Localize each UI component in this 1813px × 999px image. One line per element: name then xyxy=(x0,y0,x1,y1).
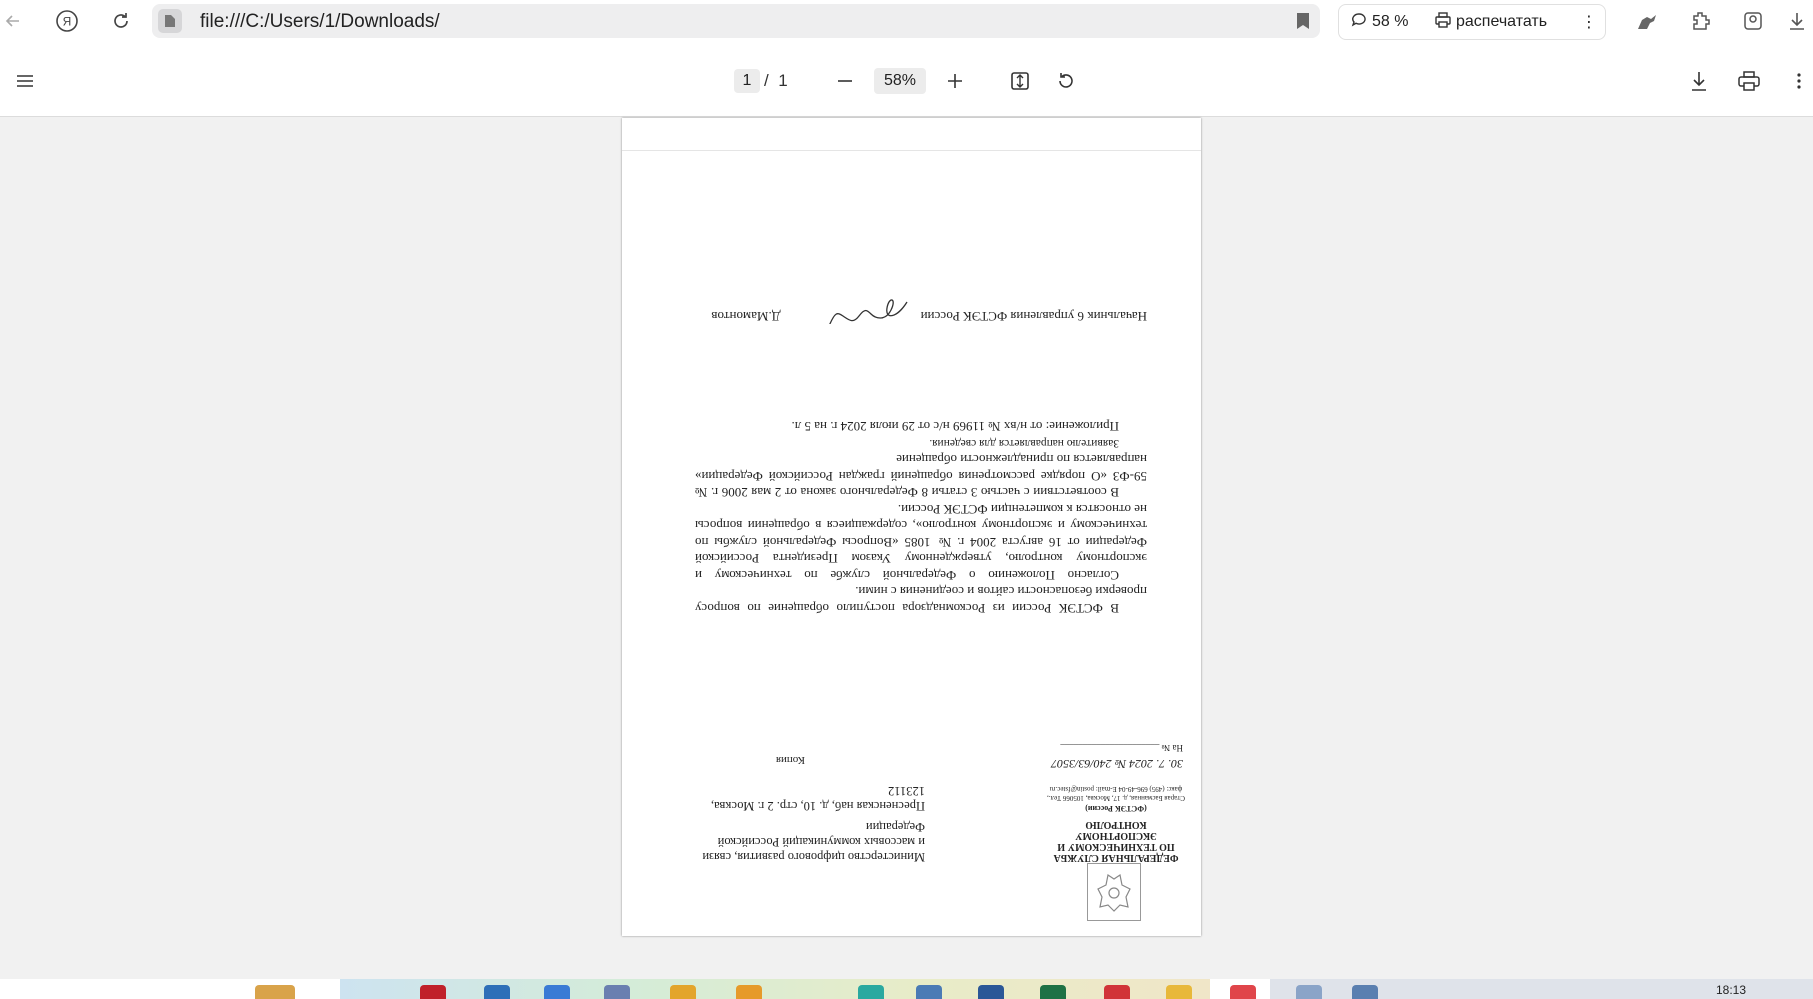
agency-name: ФЕДЕРАЛЬНАЯ СЛУЖБА ПО ТЕХНИЧЕСКОМУ И ЭКС… xyxy=(1053,819,1179,863)
print-pill-label: распечатать xyxy=(1456,13,1548,30)
signature-line: Начальник 6 управления ФСТЭК России Д.Ма… xyxy=(695,299,1147,327)
browser-toolbar: Я file:///C:/Users/1/Downloads/ 58 % рас… xyxy=(0,0,1813,43)
taskbar-app-icon[interactable] xyxy=(604,985,630,999)
taskbar-folder-icon[interactable] xyxy=(670,985,696,999)
address-url[interactable]: file:///C:/Users/1/Downloads/ xyxy=(200,11,440,33)
taskbar-excel-icon[interactable] xyxy=(1040,985,1066,999)
taskbar-clock: 18:13 xyxy=(1716,983,1747,997)
fit-page-icon[interactable] xyxy=(1007,68,1033,94)
page-actions-group: 58 % распечатать ⋮ xyxy=(1338,4,1606,40)
printer-icon xyxy=(1435,12,1451,32)
signer-title: Начальник 6 управления ФСТЭК России xyxy=(920,309,1147,324)
outgoing-number: 30. 7. 2024 № 240/63/3507 xyxy=(1051,757,1183,771)
taskbar-apps-area xyxy=(340,979,1210,999)
taskbar-monitor-icon[interactable] xyxy=(916,985,942,999)
download-icon[interactable] xyxy=(1686,68,1712,94)
handwritten-signature xyxy=(791,299,911,327)
page-count: / 1 xyxy=(764,71,788,91)
reload-icon[interactable] xyxy=(108,8,134,34)
zoom-in-icon[interactable] xyxy=(942,70,968,92)
back-arrow-icon[interactable] xyxy=(0,8,26,34)
chat-bubble-icon xyxy=(1351,12,1367,32)
zoom-pill-label: 58 % xyxy=(1372,13,1409,30)
more-options-icon[interactable] xyxy=(1786,68,1812,94)
coat-of-arms-emblem xyxy=(1087,863,1141,921)
pdf-page: ФЕДЕРАЛЬНАЯ СЛУЖБА ПО ТЕХНИЧЕСКОМУ И ЭКС… xyxy=(622,118,1201,936)
taskbar-opera-icon[interactable] xyxy=(420,985,446,999)
address-bar[interactable]: file:///C:/Users/1/Downloads/ xyxy=(152,4,1320,38)
signer-name: Д.Мамонтов xyxy=(711,309,781,324)
paragraph-3: В соответствии с частью 3 статьи 8 Федер… xyxy=(695,452,1147,501)
windows-taskbar xyxy=(0,979,1813,999)
paragraph-4: Заявителю направляется для сведения. xyxy=(929,437,1119,449)
incoming-reference: На № ______________________ xyxy=(1060,743,1183,753)
recipient-name: Министерство цифрового развития, связи и… xyxy=(702,820,925,864)
taskbar-chat-icon[interactable] xyxy=(858,985,884,999)
attachment-note: Приложение: от н/вх № 11969 н/с от 29 ию… xyxy=(791,419,1119,435)
more-pill[interactable]: ⋮ xyxy=(1581,5,1597,39)
rotated-letter: ФЕДЕРАЛЬНАЯ СЛУЖБА ПО ТЕХНИЧЕСКОМУ И ЭКС… xyxy=(622,118,1201,936)
taskbar-tray-icon-2[interactable] xyxy=(1352,985,1378,999)
unicorn-icon[interactable] xyxy=(1632,6,1662,36)
paragraph-1: В ФСТЭК России из Роскомнадзора поступил… xyxy=(695,584,1147,617)
downloads-icon[interactable] xyxy=(1782,6,1812,36)
extensions-icon[interactable] xyxy=(1686,6,1716,36)
zoom-out-icon[interactable] xyxy=(832,70,858,92)
taskbar-store-icon[interactable] xyxy=(484,985,510,999)
agency-short: (ФСТЭК России) xyxy=(1085,804,1147,813)
page-separator: / xyxy=(764,71,769,90)
taskbar-red-app-icon[interactable] xyxy=(1104,985,1130,999)
taskbar-yandex-icon[interactable] xyxy=(1230,985,1256,999)
page-number-input[interactable]: 1 xyxy=(734,69,760,93)
print-icon[interactable] xyxy=(1736,68,1762,94)
letter-body: В ФСТЭК России из Роскомнадзора поступил… xyxy=(695,418,1147,617)
bookmark-icon[interactable] xyxy=(1296,12,1310,30)
paragraph-2: Согласно Положению о Федеральной службе … xyxy=(695,502,1147,583)
copy-mark: Копия xyxy=(775,754,805,766)
file-icon xyxy=(158,9,182,33)
agency-address: Старая Басманная, д. 17, Москва, 105066 … xyxy=(1047,785,1185,802)
taskbar-tray-icon-1[interactable] xyxy=(1296,985,1322,999)
recipient-address: Пресненская наб, д. 10, стр. 2 г. Москва… xyxy=(710,784,925,813)
taskbar-tools-icon[interactable] xyxy=(736,985,762,999)
profile-icon[interactable] xyxy=(1738,6,1768,36)
svg-text:Я: Я xyxy=(63,15,72,29)
recipient-block: Министерство цифрового развития, связи и… xyxy=(695,783,925,864)
taskbar-browser-icon[interactable] xyxy=(544,985,570,999)
zoom-pill[interactable]: 58 % xyxy=(1351,5,1408,39)
print-pill[interactable]: распечатать xyxy=(1435,5,1547,39)
yandex-logo-icon[interactable]: Я xyxy=(54,8,80,34)
taskbar-widget-icon[interactable] xyxy=(255,985,295,999)
menu-icon[interactable] xyxy=(12,70,38,92)
zoom-level-field[interactable]: 58% xyxy=(874,68,926,94)
taskbar-word-icon[interactable] xyxy=(978,985,1004,999)
rotate-icon[interactable] xyxy=(1053,68,1079,94)
total-pages: 1 xyxy=(778,71,788,90)
taskbar-yellow-app-icon[interactable] xyxy=(1166,985,1192,999)
